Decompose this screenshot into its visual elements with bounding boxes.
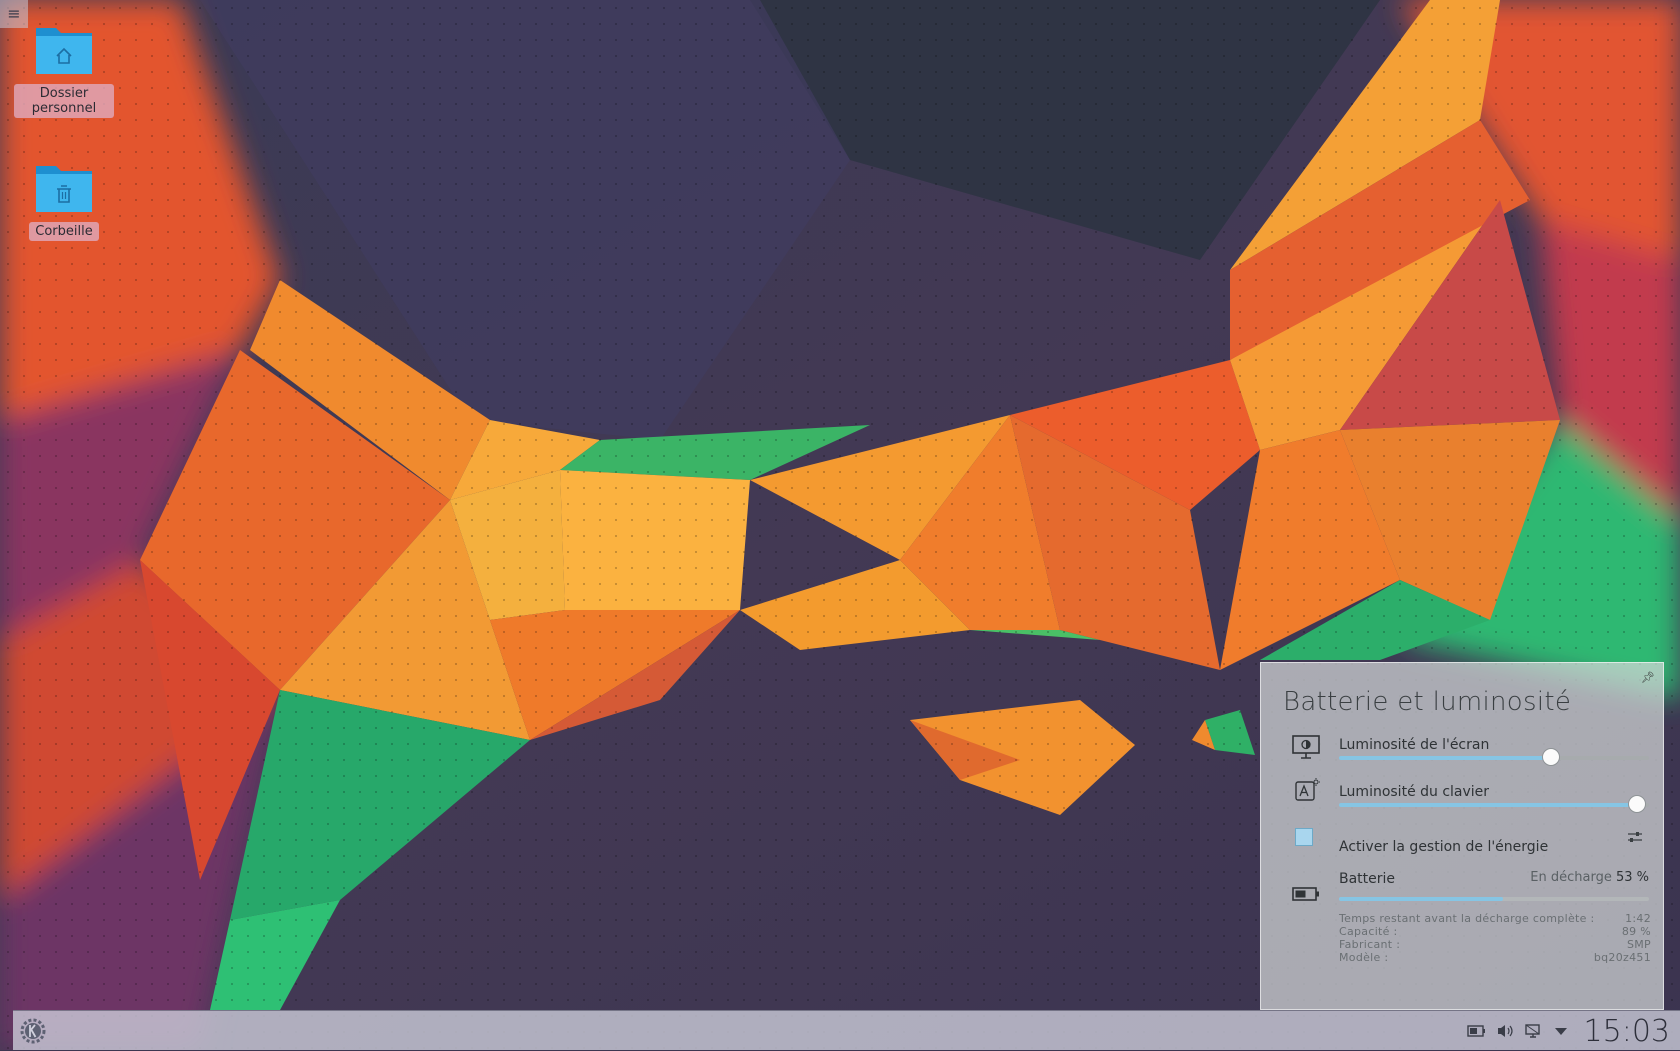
network-icon[interactable] <box>1522 1020 1544 1042</box>
battery-percent: 53 % <box>1615 870 1649 885</box>
power-management-checkbox[interactable] <box>1295 828 1313 846</box>
battery-status: En décharge 53 % <box>1530 870 1649 885</box>
detail-key: Modèle : <box>1339 951 1389 964</box>
battery-detail-row: Temps restant avant la décharge complète… <box>1339 912 1651 925</box>
desktop-icon-label: Dossier personnel <box>14 84 114 118</box>
hamburger-icon: ≡ <box>7 4 21 23</box>
battery-label: Batterie <box>1339 871 1396 887</box>
keyboard-brightness-label: Luminosité du clavier <box>1339 784 1490 800</box>
desktop-icon-trash[interactable]: Corbeille <box>14 162 114 241</box>
detail-value: SMP <box>1626 938 1651 951</box>
detail-key: Fabricant : <box>1339 938 1401 951</box>
battery-detail-row: Fabricant : SMP <box>1339 938 1651 951</box>
battery-state: En décharge <box>1530 870 1612 885</box>
pin-icon[interactable]: 📌︎ <box>1641 671 1655 684</box>
detail-key: Capacité : <box>1339 925 1398 938</box>
keyboard-brightness-slider-fill <box>1339 803 1637 807</box>
volume-icon[interactable] <box>1494 1020 1516 1042</box>
keyboard-brightness-icon <box>1295 778 1320 801</box>
popup-title: Batterie et luminosité <box>1283 687 1572 717</box>
battery-charge-bar <box>1339 897 1649 901</box>
battery-tray-icon[interactable] <box>1466 1020 1488 1042</box>
screen-brightness-slider-fill <box>1339 756 1552 760</box>
battery-detail-row: Capacité : 89 % <box>1339 925 1651 938</box>
battery-icon <box>1292 887 1319 901</box>
battery-brightness-popup: 📌︎ Batterie et luminosité Luminosité de … <box>1260 662 1664 1010</box>
screen-brightness-slider-handle[interactable] <box>1542 748 1561 766</box>
kde-launcher-icon[interactable] <box>19 1017 47 1045</box>
trash-folder-icon <box>36 166 92 212</box>
battery-charge-bar-fill <box>1339 897 1504 901</box>
detail-value: 89 % <box>1621 925 1651 938</box>
power-management-label: Activer la gestion de l'énergie <box>1339 839 1549 855</box>
monitor-brightness-icon <box>1292 735 1320 759</box>
desktop-icon-home[interactable]: Dossier personnel <box>14 24 114 118</box>
screen-brightness-label: Luminosité de l'écran <box>1339 737 1490 753</box>
bottom-panel: 15:03 <box>13 1010 1680 1050</box>
detail-value: bq20z451 <box>1593 951 1651 964</box>
detail-key: Temps restant avant la décharge complète… <box>1339 912 1595 925</box>
battery-detail-row: Modèle : bq20z451 <box>1339 951 1651 964</box>
desktop-icon-label: Corbeille <box>29 222 99 241</box>
screen-brightness-slider[interactable] <box>1339 748 1649 766</box>
expand-arrow-icon[interactable] <box>1550 1020 1572 1042</box>
keyboard-brightness-slider[interactable] <box>1339 795 1649 813</box>
configure-icon[interactable] <box>1627 829 1643 845</box>
keyboard-brightness-slider-handle[interactable] <box>1627 795 1646 813</box>
digital-clock[interactable]: 15:03 <box>1584 1014 1670 1049</box>
system-tray: 15:03 <box>1466 1011 1670 1051</box>
detail-value: 1:42 <box>1625 912 1651 925</box>
home-folder-icon <box>36 28 92 74</box>
